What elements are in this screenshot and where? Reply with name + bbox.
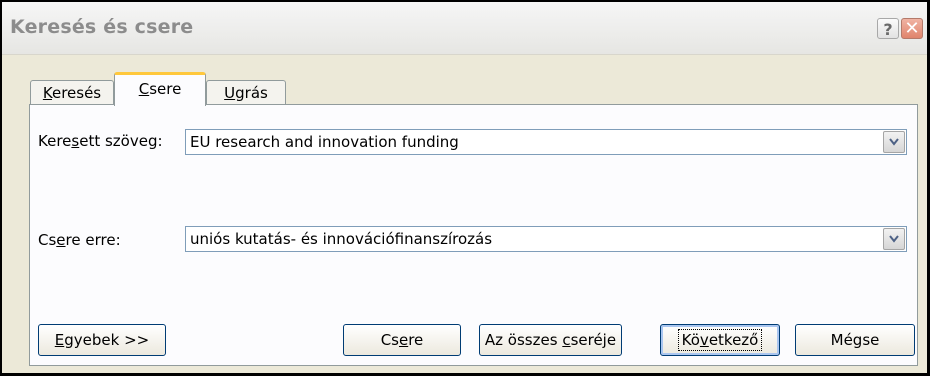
replace-combobox[interactable]: uniós kutatás- és innovációfinanszírozás bbox=[185, 226, 907, 252]
close-button[interactable]: ✕ bbox=[901, 18, 923, 39]
find-next-button[interactable]: Következő bbox=[660, 324, 780, 356]
replace-dropdown-button[interactable] bbox=[883, 228, 905, 250]
chevron-down-icon bbox=[889, 138, 899, 146]
replace-button[interactable]: Csere bbox=[343, 324, 461, 356]
chevron-down-icon bbox=[889, 235, 899, 243]
help-button[interactable]: ? bbox=[877, 18, 899, 39]
replace-all-button[interactable]: Az összes cseréje bbox=[479, 324, 622, 356]
more-options-button[interactable]: Egyebek >> bbox=[38, 324, 166, 356]
replace-input[interactable]: uniós kutatás- és innovációfinanszírozás bbox=[190, 230, 492, 248]
window-title: Keresés és csere bbox=[10, 16, 194, 38]
find-combobox[interactable]: EU research and innovation funding bbox=[185, 129, 907, 155]
title-bar[interactable]: Keresés és csere ? ✕ bbox=[2, 2, 927, 55]
replace-label: Csere erre: bbox=[38, 231, 121, 249]
tab-goto[interactable]: Ugrás bbox=[206, 80, 286, 105]
cancel-button[interactable]: Mégse bbox=[795, 324, 915, 356]
tab-find[interactable]: Keresés bbox=[30, 80, 114, 105]
find-replace-dialog: Keresés és csere ? ✕ Keresés Csere Ugrás… bbox=[0, 0, 930, 376]
tab-replace[interactable]: Csere bbox=[114, 72, 206, 106]
tab-panel-replace: Keresett szöveg: EU research and innovat… bbox=[29, 104, 918, 366]
find-input[interactable]: EU research and innovation funding bbox=[190, 133, 459, 151]
find-label: Keresett szöveg: bbox=[38, 132, 163, 150]
find-dropdown-button[interactable] bbox=[883, 131, 905, 153]
